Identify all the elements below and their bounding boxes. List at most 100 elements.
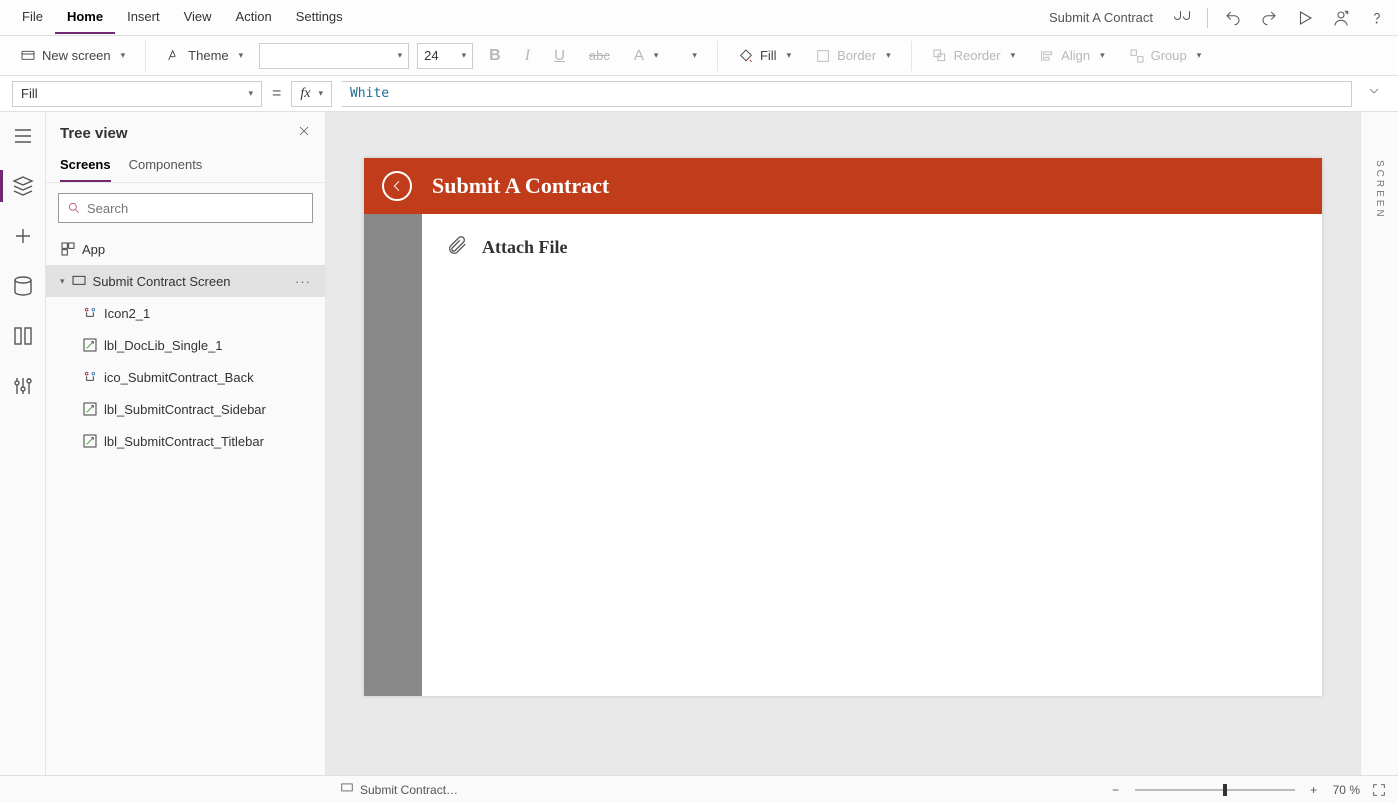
expand-formula-button[interactable] [1362, 83, 1386, 104]
media-rail-icon[interactable] [11, 324, 35, 348]
menu-file[interactable]: File [10, 1, 55, 34]
theme-label: Theme [188, 48, 228, 63]
left-rail [0, 112, 46, 775]
fill-button[interactable]: Fill▾ [730, 44, 799, 68]
fit-screen-button[interactable] [1370, 781, 1388, 799]
zoom-out-button[interactable]: − [1107, 781, 1125, 799]
separator [1207, 8, 1208, 28]
menu-settings[interactable]: Settings [284, 1, 355, 34]
property-name: Fill [21, 86, 38, 101]
status-bar: Submit Contract… − + 70 % [0, 775, 1398, 803]
zoom-slider[interactable] [1135, 789, 1295, 791]
tree-node-context-button[interactable]: ··· [289, 274, 317, 289]
fill-icon [738, 48, 754, 64]
right-rail: SCREEN [1360, 112, 1398, 775]
property-selector[interactable]: Fill▾ [12, 81, 262, 107]
hamburger-icon[interactable] [11, 124, 35, 148]
zoom-percent: 70 % [1333, 783, 1360, 797]
border-icon [815, 48, 831, 64]
fill-label: Fill [760, 48, 777, 63]
reorder-icon [932, 48, 948, 64]
tree-view-title: Tree view [60, 125, 128, 142]
font-size-value: 24 [424, 48, 438, 63]
app-checker-icon[interactable] [1171, 7, 1193, 29]
theme-button[interactable]: Theme▾ [158, 44, 251, 68]
tree-tab-components[interactable]: Components [129, 151, 203, 182]
group-label: Group [1151, 48, 1187, 63]
app-title: Submit A Contract [432, 173, 609, 199]
group-icon [1129, 48, 1145, 64]
tree-search-input[interactable] [87, 201, 304, 216]
play-icon[interactable] [1294, 7, 1316, 29]
align-icon [1039, 48, 1055, 64]
tree-node-label: Icon2_1 [104, 306, 150, 321]
theme-icon [166, 48, 182, 64]
share-icon[interactable] [1330, 7, 1352, 29]
menu-view[interactable]: View [172, 1, 224, 34]
back-button[interactable] [382, 171, 412, 201]
tree-node[interactable]: lbl_SubmitContract_Titlebar [46, 425, 325, 457]
font-size-select[interactable]: 24▾ [417, 43, 473, 69]
insert-rail-icon[interactable] [11, 224, 35, 248]
attach-file-row[interactable]: Attach File [446, 232, 1298, 263]
chevron-down-icon[interactable]: ▾ [60, 276, 65, 287]
undo-icon[interactable] [1222, 7, 1244, 29]
border-label: Border [837, 48, 876, 63]
border-button[interactable]: Border▾ [807, 44, 899, 68]
tree-app-label: App [82, 242, 105, 257]
close-tree-view-button[interactable] [297, 124, 311, 143]
canvas-area[interactable]: Submit A Contract Attach File [326, 112, 1360, 775]
formula-input[interactable] [342, 81, 1352, 107]
tree-tab-screens[interactable]: Screens [60, 151, 111, 182]
app-icon [60, 241, 76, 257]
redo-icon[interactable] [1258, 7, 1280, 29]
app-canvas[interactable]: Submit A Contract Attach File [364, 158, 1322, 696]
label-icon [82, 337, 98, 353]
tree-app-row[interactable]: App [46, 233, 325, 265]
fx-button[interactable]: fx▾ [291, 81, 332, 107]
app-name-label: Submit A Contract [1049, 10, 1153, 25]
italic-button[interactable]: I [517, 43, 538, 69]
new-screen-icon [20, 48, 36, 64]
align-button[interactable]: Align▾ [1031, 44, 1112, 68]
align-label: Align [1061, 48, 1090, 63]
underline-button[interactable]: U [546, 43, 573, 68]
tree-node-label: lbl_DocLib_Single_1 [104, 338, 223, 353]
screen-icon [71, 273, 87, 289]
group-button[interactable]: Group▾ [1121, 44, 1210, 68]
ctrl-icon [82, 369, 98, 385]
right-rail-label: SCREEN [1374, 160, 1385, 220]
tree-node[interactable]: lbl_DocLib_Single_1 [46, 329, 325, 361]
help-icon[interactable] [1366, 7, 1388, 29]
label-icon [82, 433, 98, 449]
bold-button[interactable]: B [481, 43, 509, 69]
reorder-button[interactable]: Reorder▾ [924, 44, 1024, 68]
menu-home[interactable]: Home [55, 1, 115, 34]
menu-insert[interactable]: Insert [115, 1, 172, 34]
app-titlebar: Submit A Contract [364, 158, 1322, 214]
formula-bar: Fill▾ = fx▾ [0, 76, 1398, 112]
app-sidebar [364, 214, 422, 696]
tree-node[interactable]: ico_SubmitContract_Back [46, 361, 325, 393]
tree-node-label: Submit Contract Screen [93, 274, 231, 289]
screen-status-icon [340, 781, 354, 798]
tree-node[interactable]: ▾ Submit Contract Screen ··· [46, 265, 325, 297]
reorder-label: Reorder [954, 48, 1001, 63]
attach-file-label: Attach File [482, 237, 567, 258]
tree-search-box[interactable] [58, 193, 313, 223]
font-color-button[interactable]: A▾ [626, 43, 667, 68]
strike-button[interactable]: abc [581, 44, 618, 67]
menu-action[interactable]: Action [224, 1, 284, 34]
data-rail-icon[interactable] [11, 274, 35, 298]
tree-view-pane: Tree view Screens Components App ▾ Submit … [46, 112, 326, 775]
advanced-rail-icon[interactable] [11, 374, 35, 398]
search-icon [67, 201, 81, 215]
zoom-in-button[interactable]: + [1305, 781, 1323, 799]
tree-node[interactable]: lbl_SubmitContract_Sidebar [46, 393, 325, 425]
text-align-button[interactable]: ▾ [674, 46, 705, 65]
tree-node[interactable]: Icon2_1 [46, 297, 325, 329]
equals-sign: = [272, 85, 281, 103]
font-family-select[interactable]: ▾ [259, 43, 409, 69]
treeview-rail-icon[interactable] [11, 174, 35, 198]
new-screen-button[interactable]: New screen▾ [12, 44, 133, 68]
